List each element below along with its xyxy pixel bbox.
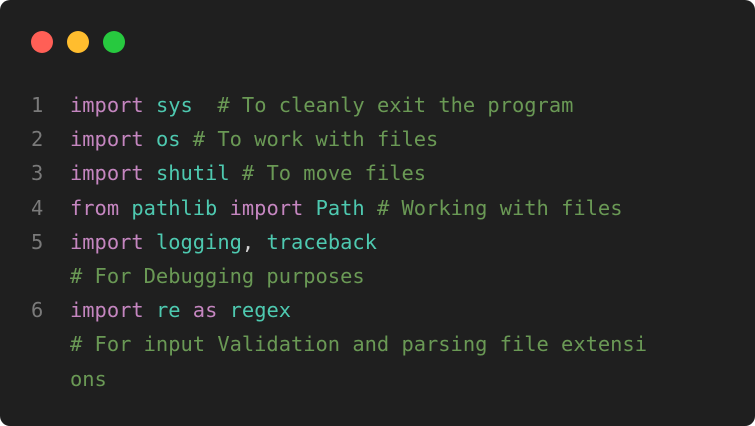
code-window: 1 import sys # To cleanly exit the progra… xyxy=(0,0,755,426)
line-number: 1 xyxy=(31,93,44,117)
identifier-token: pathlib xyxy=(131,195,218,220)
code-line: 1 import sys # To cleanly exit the progra… xyxy=(31,88,737,122)
line-content: ons xyxy=(70,362,107,396)
comment-token: # Working with files xyxy=(376,195,623,220)
identifier-token: re xyxy=(155,298,181,323)
code-line: ons xyxy=(31,362,737,396)
line-content: # For input Validation and parsing file … xyxy=(70,327,647,361)
comment-token: # To cleanly exit the program xyxy=(217,93,574,117)
line-content: import sys # To cleanly exit the program xyxy=(70,88,573,122)
code-line: 6 import re as regex xyxy=(31,293,737,327)
maximize-button[interactable] xyxy=(103,31,125,53)
identifier-token: shutil xyxy=(155,161,230,186)
line-number: 4 xyxy=(31,195,44,220)
line-content: import shutil # To move files xyxy=(70,156,426,190)
line-number xyxy=(31,362,70,396)
line-content: import re as regex xyxy=(70,293,291,327)
keyword-token: from xyxy=(70,195,120,220)
comment-token: # For input Validation and parsing file … xyxy=(70,332,647,357)
keyword-token: import xyxy=(70,161,144,186)
code-line: 2 import os # To work with files xyxy=(31,122,737,156)
identifier-token: Path xyxy=(315,195,365,220)
line-number: 6 xyxy=(31,298,44,323)
line-content: import os # To work with files xyxy=(70,122,438,156)
minimize-button[interactable] xyxy=(67,31,89,53)
identifier-token: os xyxy=(155,127,181,152)
code-line: 5 import logging, traceback xyxy=(31,225,737,259)
code-line: 4 from pathlib import Path # Working with… xyxy=(31,191,737,225)
line-number: 3 xyxy=(31,161,44,186)
keyword-token: import xyxy=(229,195,304,220)
identifier-token: sys xyxy=(155,93,193,117)
comment-token: # To work with files xyxy=(192,127,439,152)
line-number: 2 xyxy=(31,127,44,152)
code-line: # For input Validation and parsing file … xyxy=(31,327,737,361)
identifier-token: traceback xyxy=(266,229,377,254)
keyword-token: import xyxy=(70,93,144,117)
keyword-token: as xyxy=(192,298,218,323)
close-button[interactable] xyxy=(31,31,53,53)
keyword-token: import xyxy=(70,127,144,152)
plain-token: , xyxy=(241,229,267,254)
comment-token: ons xyxy=(70,366,107,391)
code-line: 3 import shutil # To move files xyxy=(31,156,737,190)
line-number: 5 xyxy=(31,229,44,254)
line-number xyxy=(31,259,70,293)
line-content: # For Debugging purposes xyxy=(70,259,365,293)
keyword-token: import xyxy=(70,229,144,254)
comment-token: # For Debugging purposes xyxy=(70,263,365,288)
identifier-token: logging xyxy=(155,229,242,254)
identifier-token: regex xyxy=(229,298,292,323)
code-line: # For Debugging purposes xyxy=(31,259,737,293)
code-block: 1 import sys # To cleanly exit the progra… xyxy=(31,88,737,396)
line-content: from pathlib import Path # Working with … xyxy=(70,191,622,225)
line-number xyxy=(31,327,70,361)
comment-token: # To move files xyxy=(241,161,427,186)
line-content: import logging, traceback xyxy=(70,225,377,259)
keyword-token: import xyxy=(70,298,144,323)
window-controls xyxy=(31,31,125,53)
